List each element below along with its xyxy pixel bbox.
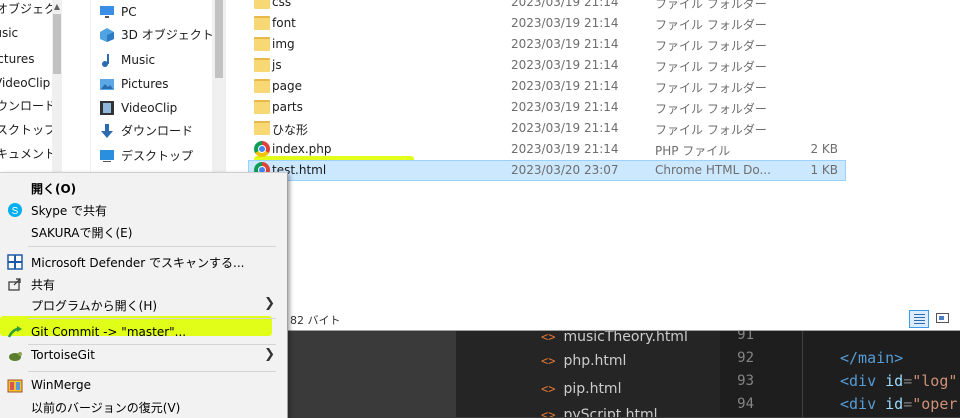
menu-separator [28,246,276,247]
code-line-94: <div id="oper [840,395,958,413]
code-line-93: <div id="log" [840,372,958,390]
nav-item-documents[interactable]: ドキュメント [0,143,56,165]
file-row-font[interactable]: font 2023/03/19 21:14 ファイル フォルダー [248,13,846,34]
navigation-pane-left: オブジェクト Music Pictures VideoClip ダウンロード デ… [0,0,62,175]
download-icon [101,124,113,138]
file-row-template[interactable]: ひな形 2023/03/19 21:14 ファイル フォルダー [248,118,846,139]
code-editor: <> musicTheory.html <> php.html <> pip.html… [456,330,960,417]
3d-objects-icon [100,28,114,42]
file-row-page[interactable]: page 2023/03/19 21:14 ファイル フォルダー [248,76,846,97]
html-file-icon: <> [541,330,556,344]
editor-file-item[interactable]: <> pyScript.html [541,404,658,417]
menu-item-open[interactable]: 開く(O) [0,177,287,199]
menu-item-skype-share[interactable]: S Skype で共有 [0,199,287,221]
indent-guide [802,330,803,417]
scroll-up-arrow-icon[interactable]: ▲ [52,2,62,11]
menu-separator [28,318,276,319]
nav-item-music[interactable]: Music [102,49,155,71]
menu-item-open-with[interactable]: プログラムから開く(H) ❯ [0,294,287,316]
navigation-pane: PC 3D オブジェクト Music Pictures VideoClip ダウ… [90,0,227,175]
defender-icon [7,254,23,270]
nav-item-pc[interactable]: PC [100,1,137,23]
menu-item-tortoisegit[interactable]: TortoiseGit ❯ [0,345,287,367]
video-icon [100,101,114,115]
menu-item-defender-scan[interactable]: Microsoft Defender でスキャンする... [0,251,287,273]
svg-text:S: S [12,206,19,217]
skype-icon: S [8,203,22,217]
menu-item-sakura-open[interactable]: SAKURAで開く(E) [0,221,287,243]
chevron-right-icon: ❯ [264,296,275,311]
html-file-icon: <> [541,408,556,417]
nav-item-desktop[interactable]: デスクトップ [100,145,193,167]
share-icon [8,278,21,291]
folder-icon [254,37,270,51]
menu-item-restore-previous-versions[interactable]: 以前のバージョンの復元(V) [0,396,287,418]
folder-icon [254,79,270,93]
line-number-gutter: 91 92 93 94 [720,330,760,417]
details-view-icon [914,314,925,324]
folder-icon [254,58,270,72]
folder-icon [254,0,270,9]
chevron-right-icon: ❯ [264,347,275,362]
chrome-icon [254,141,270,157]
menu-item-share[interactable]: 共有 [0,273,287,295]
menu-separator [28,371,276,372]
nav-item-downloads[interactable]: ダウンロード [0,95,56,117]
nav-item-videoclip[interactable]: VideoClip [0,72,50,94]
status-bar-text: 82 バイト [290,314,341,327]
line-number: 92 [737,350,754,366]
line-number: 93 [737,373,754,389]
editor-file-item[interactable]: <> pip.html [541,378,621,400]
pc-icon [100,6,114,18]
desktop-icon [100,150,114,162]
nav-item-pictures[interactable]: Pictures [0,48,35,70]
nav-item-pictures[interactable]: Pictures [100,73,169,95]
nav-item-music[interactable]: Music [0,22,18,44]
line-number: 94 [737,396,754,412]
git-commit-icon [7,326,22,338]
line-number: 91 [737,330,754,343]
nav-item-desktop[interactable]: デスクトップ [0,119,56,141]
tortoisegit-icon [9,352,22,361]
file-row-js[interactable]: js 2023/03/19 21:14 ファイル フォルダー [248,55,846,76]
large-icons-view-icon [936,313,949,323]
nav-scrollbar[interactable] [212,0,226,175]
code-pane[interactable]: </main> <div id="log" <div id="oper [760,330,960,417]
file-row-css[interactable]: css 2023/03/19 21:14 ファイル フォルダー [248,0,846,13]
html-file-icon: <> [541,382,556,396]
file-row-img[interactable]: img 2023/03/19 21:14 ファイル フォルダー [248,34,846,55]
menu-item-winmerge[interactable]: WinMerge [0,375,287,397]
nav-item-videoclip[interactable]: VideoClip [100,97,177,119]
folder-icon [254,100,270,114]
pictures-icon [100,79,114,90]
editor-file-item[interactable]: <> musicTheory.html [541,330,688,348]
details-view-button[interactable] [909,310,929,328]
scrollbar-thumb[interactable] [215,0,223,78]
code-line-92: </main> [840,349,904,367]
folder-icon [254,16,270,30]
winmerge-icon [7,379,23,393]
editor-file-explorer: <> musicTheory.html <> php.html <> pip.html… [456,330,720,417]
scrollbar-thumb[interactable] [53,14,61,74]
music-icon [102,54,109,67]
menu-item-git-commit[interactable]: Git Commit -> "master"... [0,322,287,344]
nav-item-3d-objects[interactable]: 3D オブジェクト [100,24,214,46]
file-row-test-html[interactable]: test.html 2023/03/20 23:07 Chrome HTML D… [248,160,846,181]
html-file-icon: <> [541,354,556,368]
large-icons-view-button[interactable] [933,310,953,328]
file-row-index-php[interactable]: index.php 2023/03/19 21:14 PHP ファイル 2 KB [248,139,846,160]
context-menu: 開く(O) S Skype で共有 SAKURAで開く(E) Microsoft… [0,172,288,418]
folder-icon [254,121,270,135]
editor-file-item[interactable]: <> php.html [541,350,626,372]
nav-left-scrollbar[interactable]: ▲ [52,0,62,175]
nav-item-downloads[interactable]: ダウンロード [101,120,193,142]
file-row-parts[interactable]: parts 2023/03/19 21:14 ファイル フォルダー [248,97,846,118]
